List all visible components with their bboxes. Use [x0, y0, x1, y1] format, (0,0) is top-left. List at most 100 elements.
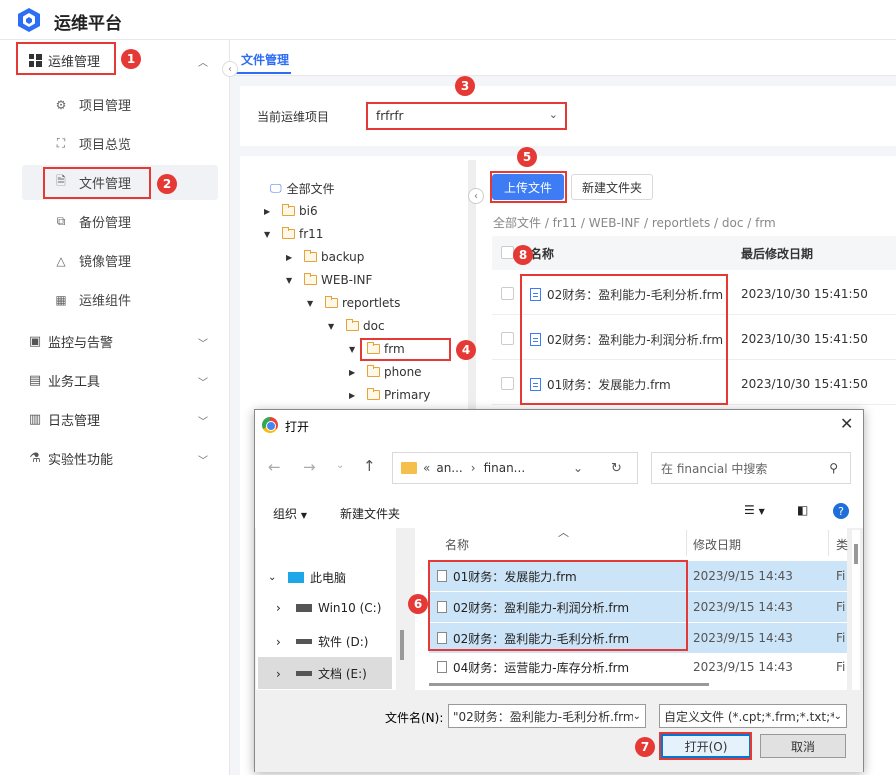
nav-item-this-pc[interactable]: ⌄ 此电脑 [268, 569, 346, 586]
tree-node-phone[interactable]: ▶ phone [349, 365, 422, 379]
chevron-left-icon[interactable]: ‹ [222, 61, 238, 77]
annotation-box [366, 102, 567, 130]
sidebar-group-label: 日志管理 [48, 414, 101, 429]
file-row-type: Fi [836, 631, 846, 645]
chevron-down-icon[interactable]: ﹀ [198, 452, 208, 467]
main-tab-bar [230, 40, 896, 76]
annotation-box [490, 171, 567, 203]
file-row[interactable]: 04财务：运营能力-库存分析.frm 2023/9/15 14:43 Fi [429, 654, 847, 680]
chrome-icon [262, 417, 278, 433]
sidebar-group-logs[interactable]: ▥ 日志管理 [28, 410, 100, 429]
file-row-date: 2023/9/15 14:43 [693, 631, 793, 645]
chevron-down-icon[interactable]: ﹀ [198, 374, 208, 389]
chevron-down-icon: ⌄ [833, 710, 842, 722]
annotation-badge: 8 [513, 245, 533, 265]
caret-right-icon: ▶ [286, 252, 293, 262]
forward-arrow-icon[interactable]: → [303, 458, 316, 476]
column-header-date[interactable]: 修改日期 [693, 536, 741, 553]
sidebar-item-label: 项目总览 [79, 138, 132, 153]
sidebar-item-mirror[interactable]: △ 镜像管理 [53, 251, 131, 271]
sidebar-item-overview[interactable]: ⛶ 项目总览 [53, 134, 131, 153]
file-list-vscrollbar[interactable] [852, 530, 860, 690]
close-icon[interactable]: ✕ [840, 414, 853, 433]
file-date: 2023/10/30 15:41:50 [741, 377, 868, 391]
row-checkbox[interactable] [501, 287, 514, 300]
chevron-up-icon[interactable]: ︿ [198, 54, 208, 69]
dialog-new-folder-button[interactable]: 新建文件夹 [340, 505, 400, 522]
chevron-left-icon[interactable]: ‹ [468, 188, 484, 204]
sidebar-item-project[interactable]: ⚙ 项目管理 [53, 95, 131, 115]
view-menu-icon[interactable]: ☰ ▼ [744, 503, 765, 517]
copy-icon: ⧉ [56, 214, 66, 228]
mirror-icon: △ [56, 253, 66, 268]
folder-icon [346, 319, 359, 331]
search-input[interactable]: 在 financial 中搜索 ⚲ [651, 452, 851, 484]
tree-node-backup[interactable]: ▶ backup [286, 250, 364, 264]
address-segment[interactable]: an... [436, 461, 462, 475]
row-checkbox[interactable] [501, 377, 514, 390]
dialog-title: 打开 [285, 420, 310, 434]
file-row-type: Fi [836, 660, 846, 674]
folder-icon [325, 296, 338, 308]
nav-item-drive-e[interactable]: › 文档 (E:) [276, 665, 367, 682]
sidebar-item-components[interactable]: ▦ 运维组件 [53, 290, 131, 310]
folder-icon [282, 227, 295, 239]
tab-underline [233, 72, 291, 74]
file-list-hscrollbar[interactable] [415, 680, 847, 690]
chevron-down-icon[interactable]: ﹀ [198, 413, 208, 428]
refresh-icon[interactable]: ↻ [611, 461, 622, 476]
tree-node-fr11[interactable]: ▼ fr11 [264, 227, 323, 241]
tree-node-bi6[interactable]: ▶ bi6 [264, 204, 318, 218]
chevron-down-icon[interactable]: ﹀ [198, 335, 208, 350]
nav-item-label: Win10 (C:) [318, 601, 382, 615]
nav-item-drive-c[interactable]: › Win10 (C:) [276, 601, 381, 615]
help-icon[interactable]: ? [833, 503, 849, 519]
sidebar-group-monitor[interactable]: ▣ 监控与告警 [28, 332, 113, 351]
caret-right-icon: ▶ [349, 390, 356, 400]
project-label: 当前运维项目 [257, 110, 330, 124]
sidebar-group-experimental[interactable]: ⚗ 实验性功能 [28, 449, 113, 468]
organize-label: 组织 [273, 507, 298, 521]
tree-node-primary[interactable]: ▶ Primary [349, 388, 430, 402]
drive-icon [296, 639, 312, 644]
nav-item-label: 此电脑 [310, 571, 347, 585]
chevron-down-icon[interactable]: ⌄ [573, 461, 583, 475]
nav-scrollbar[interactable] [400, 630, 404, 660]
new-folder-button[interactable]: 新建文件夹 [571, 174, 653, 200]
caret-down-icon: ▼ [264, 229, 271, 239]
file-row-name-text: 04财务：运营能力-库存分析.frm [453, 660, 630, 675]
tree-root[interactable]: 🖵 全部文件 [270, 180, 335, 197]
file-row-name: 04财务：运营能力-库存分析.frm [437, 659, 629, 676]
address-overflow-icon: « [423, 461, 431, 475]
folder-icon [304, 273, 317, 285]
chevron-down-icon[interactable]: ⌄ [632, 710, 641, 722]
row-checkbox[interactable] [501, 332, 514, 345]
tree-node-reportlets[interactable]: ▼ reportlets [307, 296, 400, 310]
column-header-type[interactable]: 类 [836, 536, 848, 553]
address-segment[interactable]: finan... [484, 461, 526, 475]
tree-node-doc[interactable]: ▼ doc [328, 319, 385, 333]
filename-input[interactable]: "02财务：盈利能力-毛利分析.frm ⌄ [448, 704, 646, 728]
sidebar-group-label: 监控与告警 [48, 336, 114, 351]
filetype-select[interactable]: 自定义文件 (*.cpt;*.frm;*.txt;*. ⌄ [659, 704, 847, 728]
drive-icon [296, 671, 312, 676]
address-bar[interactable]: « an... › finan... ⌄ ↻ [392, 452, 638, 484]
column-header-name[interactable]: 名称 [445, 536, 469, 553]
chevron-right-icon: › [276, 666, 281, 681]
tree-node-label: reportlets [342, 296, 401, 310]
select-all-checkbox[interactable] [501, 246, 514, 259]
nav-item-drive-d[interactable]: › 软件 (D:) [276, 633, 368, 650]
organize-menu[interactable]: 组织 ▼ [273, 505, 307, 522]
up-arrow-icon[interactable]: ↑ [363, 457, 376, 475]
chevron-down-icon[interactable]: ⌄ [336, 460, 344, 471]
tab-file-management[interactable]: 文件管理 [241, 51, 289, 68]
sidebar-group-label: 业务工具 [48, 375, 101, 390]
preview-pane-icon[interactable]: ◧ [797, 503, 808, 517]
sidebar-group-tools[interactable]: ▤ 业务工具 [28, 371, 100, 390]
monitor-icon: 🖵 [270, 181, 282, 195]
file-icon [437, 661, 447, 673]
sidebar-item-backup[interactable]: ⧉ 备份管理 [53, 212, 131, 231]
back-arrow-icon[interactable]: ← [268, 458, 281, 476]
tree-node-web-inf[interactable]: ▼ WEB-INF [286, 273, 372, 287]
cancel-button[interactable]: 取消 [760, 734, 846, 758]
